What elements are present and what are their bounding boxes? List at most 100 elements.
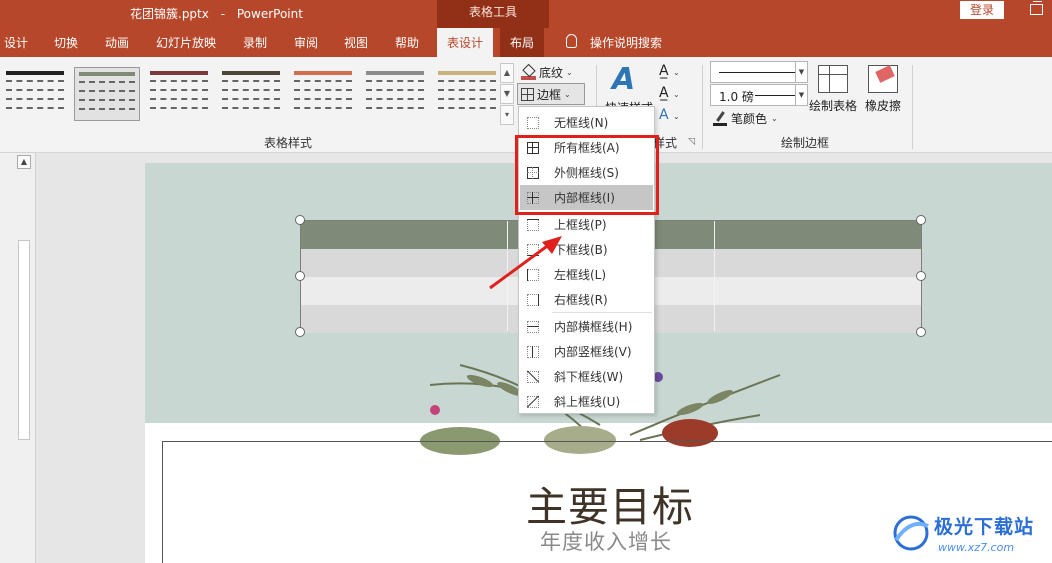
shading-button[interactable]: 底纹 ⌄ <box>521 64 573 81</box>
chevron-down-icon: ⌄ <box>564 89 571 99</box>
thumbnail-row <box>366 71 424 77</box>
login-button[interactable]: 登录 <box>960 1 1004 19</box>
dialog-launcher-icon[interactable]: ◹ <box>688 137 695 147</box>
menu-item-inside-vertical-border[interactable]: 内部竖框线(V) <box>520 339 653 364</box>
menu-item-inside-horizontal-border[interactable]: 内部横框线(H) <box>520 314 653 339</box>
thumbnail-row <box>366 107 424 113</box>
thumbnail-row <box>150 89 208 95</box>
pen-style-select[interactable]: ▼ <box>710 61 808 83</box>
eraser-icon <box>868 65 898 93</box>
resize-handle[interactable] <box>916 215 926 225</box>
table-style-thumbnail[interactable] <box>290 67 356 121</box>
watermark-name: 极光下载站 <box>934 516 1035 538</box>
scroll-up-arrow-icon[interactable]: ▲ <box>17 155 31 169</box>
annotation-highlight-box <box>515 135 659 215</box>
gallery-up-arrow-icon[interactable]: ▲ <box>500 63 514 83</box>
shading-label: 底纹 <box>539 66 564 80</box>
tab-slideshow[interactable]: 幻灯片放映 <box>156 34 216 51</box>
paint-bucket-icon <box>521 66 536 80</box>
tab-table-design[interactable]: 表设计 <box>437 28 494 57</box>
tab-record[interactable]: 录制 <box>243 34 267 51</box>
menu-item-no-border[interactable]: 无框线(N) <box>520 110 653 135</box>
diagonal-up-border-icon <box>526 394 540 408</box>
thumbnail-row <box>222 107 280 113</box>
table-styles-group-label: 表格样式 <box>264 136 313 150</box>
thumbnail-row <box>79 90 135 96</box>
text-fill-icon[interactable]: A̲ ⌄ <box>659 63 680 79</box>
menu-item-diagonal-up-border[interactable]: 斜上框线(U) <box>520 389 653 414</box>
menu-item-label: 斜上框线(U) <box>554 395 621 409</box>
gallery-down-arrow-icon[interactable]: ▼ <box>500 84 514 104</box>
pen-color-button[interactable]: 笔颜色 ⌄ <box>713 110 778 127</box>
tab-animations[interactable]: 动画 <box>105 34 129 51</box>
watermark: 极光下载站 www.xz7.com <box>890 508 1050 560</box>
thumbnail-row <box>222 98 280 104</box>
quick-styles-icon[interactable]: A <box>612 65 646 95</box>
eraser-button[interactable]: 橡皮擦 <box>858 65 908 114</box>
menu-item-diagonal-down-border[interactable]: 斜下框线(W) <box>520 364 653 389</box>
top-border-icon <box>527 218 539 231</box>
chevron-down-icon: ⌄ <box>566 68 573 77</box>
inside-horizontal-border-icon <box>527 320 539 333</box>
pen-weight-select[interactable]: 1.0 磅 ▼ <box>710 84 808 106</box>
table-style-thumbnail[interactable] <box>74 67 140 121</box>
separator: - <box>220 7 226 21</box>
resize-handle[interactable] <box>916 327 926 337</box>
thumbnail-row <box>6 98 64 104</box>
tab-layout[interactable]: 布局 <box>500 28 545 57</box>
table-style-thumbnail[interactable] <box>2 67 68 121</box>
pen-style-preview <box>719 72 795 73</box>
tab-help[interactable]: 帮助 <box>395 34 419 51</box>
draw-table-icon <box>818 65 848 93</box>
annotation-arrow-icon <box>489 236 562 290</box>
thumbnail-row <box>150 107 208 113</box>
app-name: PowerPoint <box>236 7 303 21</box>
tab-review[interactable]: 审阅 <box>294 34 318 51</box>
thumbnail-row <box>294 71 352 77</box>
table-style-thumbnail[interactable] <box>362 67 428 121</box>
thumbnail-row <box>6 80 64 86</box>
menu-item-label: 无框线(N) <box>554 116 609 130</box>
table-style-thumbnail[interactable] <box>218 67 284 121</box>
no-border-icon <box>527 116 539 129</box>
restore-window-icon[interactable] <box>1030 1 1043 15</box>
thumbnail-row <box>366 98 424 104</box>
thumbnail-row <box>366 80 424 86</box>
table-column-divider <box>714 221 715 331</box>
thumbnail-row <box>222 80 280 86</box>
gallery-more-icon[interactable]: ▾ <box>500 105 514 125</box>
tab-design[interactable]: 设计 <box>4 34 28 51</box>
resize-handle[interactable] <box>295 327 305 337</box>
chevron-down-icon: ▼ <box>795 62 807 82</box>
chevron-down-icon: ⌄ <box>771 114 778 123</box>
chevron-down-icon: ▼ <box>795 85 807 105</box>
thumbnail-row <box>294 80 352 86</box>
thumbnail-row <box>222 71 280 77</box>
borders-button[interactable]: 边框 ⌄ <box>517 83 585 105</box>
thumbnail-row <box>79 99 135 105</box>
thumbnail-row <box>438 107 496 113</box>
scrollbar-thumb[interactable] <box>18 240 30 440</box>
draw-table-button[interactable]: 绘制表格 <box>808 65 858 114</box>
eraser-label: 橡皮擦 <box>864 99 901 113</box>
table-style-thumbnail[interactable] <box>434 67 500 121</box>
resize-handle[interactable] <box>295 271 305 281</box>
tell-me-search[interactable]: 操作说明搜索 <box>590 34 662 51</box>
resize-handle[interactable] <box>916 271 926 281</box>
tab-view[interactable]: 视图 <box>344 34 368 51</box>
slide-subtitle[interactable]: 年度收入增长 <box>540 526 672 556</box>
thumbnail-row <box>438 80 496 86</box>
ribbon-tab-bar: 设计 切换 动画 幻灯片放映 录制 审阅 视图 帮助 表设计 布局 操作说明搜索 <box>0 28 1052 57</box>
pen-weight-value: 1.0 磅 <box>719 90 754 104</box>
text-outline-icon[interactable]: A̲ ⌄ <box>659 85 680 101</box>
thumbnail-row <box>79 72 135 78</box>
thumbnail-row <box>6 89 64 95</box>
text-effects-icon[interactable]: A ⌄ <box>659 107 680 123</box>
resize-handle[interactable] <box>295 215 305 225</box>
border-grid-icon <box>521 87 534 101</box>
table-style-thumbnail[interactable] <box>146 67 212 121</box>
tab-transitions[interactable]: 切换 <box>54 34 78 51</box>
table-tools-context-label: 表格工具 <box>437 0 549 28</box>
lightbulb-icon <box>566 34 577 48</box>
slide-title[interactable]: 主要目标 <box>526 473 694 533</box>
